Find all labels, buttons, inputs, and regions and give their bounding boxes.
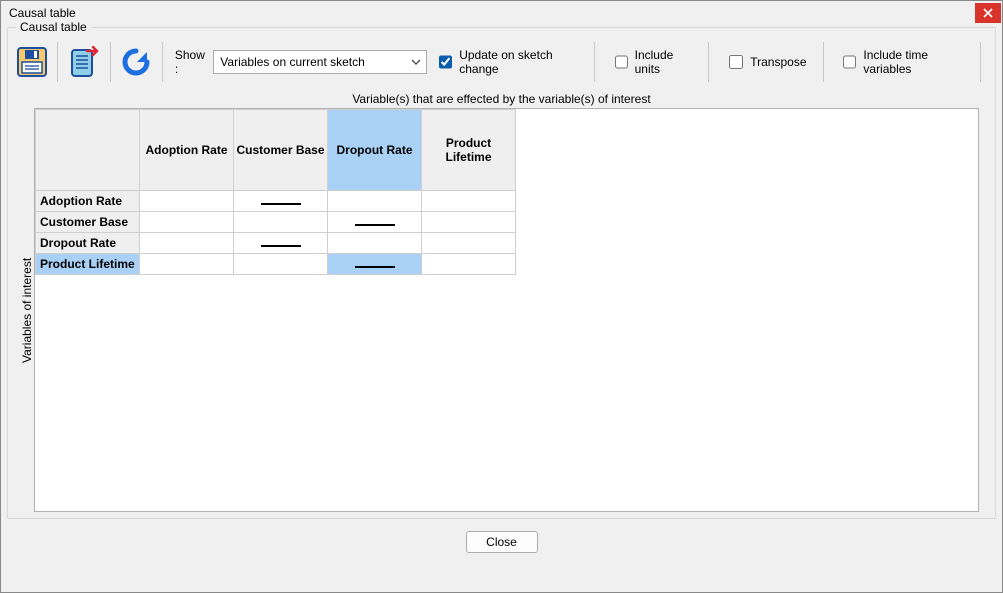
column-header[interactable]: Adoption Rate bbox=[140, 110, 234, 191]
chevron-down-icon bbox=[410, 55, 422, 69]
grid-cell[interactable] bbox=[234, 233, 328, 254]
refresh-button[interactable] bbox=[119, 42, 154, 82]
save-button[interactable] bbox=[14, 42, 49, 82]
effect-axis-label: Variable(s) that are effected by the var… bbox=[14, 92, 989, 106]
causal-table-group: Causal table bbox=[7, 27, 996, 519]
units-checkbox-input[interactable] bbox=[615, 55, 628, 69]
show-label: Show : bbox=[175, 48, 207, 76]
close-icon bbox=[983, 8, 993, 18]
titlebar: Causal table bbox=[1, 1, 1002, 25]
window-title: Causal table bbox=[9, 6, 76, 20]
table-row: Customer Base bbox=[36, 212, 978, 233]
grid-cell[interactable] bbox=[328, 212, 422, 233]
row-header[interactable]: Dropout Rate bbox=[36, 233, 140, 254]
export-icon bbox=[67, 45, 101, 79]
toolbar-separator bbox=[980, 42, 981, 82]
interest-axis-label: Variables of interest bbox=[20, 108, 34, 512]
timevars-checkbox-label: Include time variables bbox=[863, 48, 964, 76]
grid-cell[interactable] bbox=[140, 254, 234, 275]
causal-table[interactable]: Adoption RateCustomer BaseDropout RatePr… bbox=[35, 109, 978, 275]
toolbar-separator bbox=[162, 42, 163, 82]
group-label: Causal table bbox=[16, 20, 91, 34]
column-header[interactable]: Customer Base bbox=[234, 110, 328, 191]
grid-cell[interactable] bbox=[328, 191, 422, 212]
column-header[interactable]: Dropout Rate bbox=[328, 110, 422, 191]
toolbar-separator bbox=[708, 42, 709, 82]
table-area: Variables of interest Adoption RateCusto… bbox=[34, 108, 979, 512]
table-row: Product Lifetime bbox=[36, 254, 978, 275]
toolbar-separator bbox=[57, 42, 58, 82]
grid-cell[interactable] bbox=[140, 212, 234, 233]
grid-cell[interactable] bbox=[422, 254, 516, 275]
update-on-sketch-checkbox[interactable]: Update on sketch change bbox=[435, 48, 578, 76]
grid-empty-area bbox=[35, 275, 978, 511]
grid-cell[interactable] bbox=[234, 212, 328, 233]
grid-cell[interactable] bbox=[328, 233, 422, 254]
table-row: Adoption Rate bbox=[36, 191, 978, 212]
grid-cell[interactable] bbox=[422, 191, 516, 212]
row-header[interactable]: Product Lifetime bbox=[36, 254, 140, 275]
show-combobox-value: Variables on current sketch bbox=[220, 55, 365, 69]
export-button[interactable] bbox=[66, 42, 101, 82]
show-combobox[interactable]: Variables on current sketch bbox=[213, 50, 427, 74]
grid-cell[interactable] bbox=[140, 233, 234, 254]
footer: Close bbox=[1, 523, 1002, 563]
update-checkbox-label: Update on sketch change bbox=[459, 48, 578, 76]
row-header[interactable]: Customer Base bbox=[36, 212, 140, 233]
grid-cell[interactable] bbox=[140, 191, 234, 212]
transpose-checkbox[interactable]: Transpose bbox=[725, 52, 806, 72]
grid-corner bbox=[36, 110, 140, 191]
causal-table-window: Causal table Causal table bbox=[0, 0, 1003, 593]
include-timevars-checkbox[interactable]: Include time variables bbox=[839, 48, 964, 76]
timevars-checkbox-input[interactable] bbox=[843, 55, 856, 69]
grid-cell[interactable] bbox=[234, 254, 328, 275]
close-button[interactable]: Close bbox=[466, 531, 538, 553]
column-header[interactable]: Product Lifetime bbox=[422, 110, 516, 191]
toolbar-separator bbox=[110, 42, 111, 82]
floppy-icon bbox=[15, 45, 49, 79]
grid-cell[interactable] bbox=[422, 233, 516, 254]
grid-cell[interactable] bbox=[234, 191, 328, 212]
toolbar-separator bbox=[823, 42, 824, 82]
row-header[interactable]: Adoption Rate bbox=[36, 191, 140, 212]
grid-cell[interactable] bbox=[328, 254, 422, 275]
transpose-checkbox-input[interactable] bbox=[729, 55, 743, 69]
include-units-checkbox[interactable]: Include units bbox=[611, 48, 693, 76]
update-checkbox-input[interactable] bbox=[439, 55, 452, 69]
grid-cell[interactable] bbox=[422, 212, 516, 233]
table-row: Dropout Rate bbox=[36, 233, 978, 254]
refresh-icon bbox=[119, 45, 153, 79]
units-checkbox-label: Include units bbox=[635, 48, 693, 76]
toolbar-separator bbox=[594, 42, 595, 82]
toolbar: Show : Variables on current sketch Updat… bbox=[14, 38, 989, 86]
transpose-checkbox-label: Transpose bbox=[750, 55, 806, 69]
causal-grid[interactable]: Adoption RateCustomer BaseDropout RatePr… bbox=[34, 108, 979, 512]
window-close-button[interactable] bbox=[975, 3, 1001, 23]
